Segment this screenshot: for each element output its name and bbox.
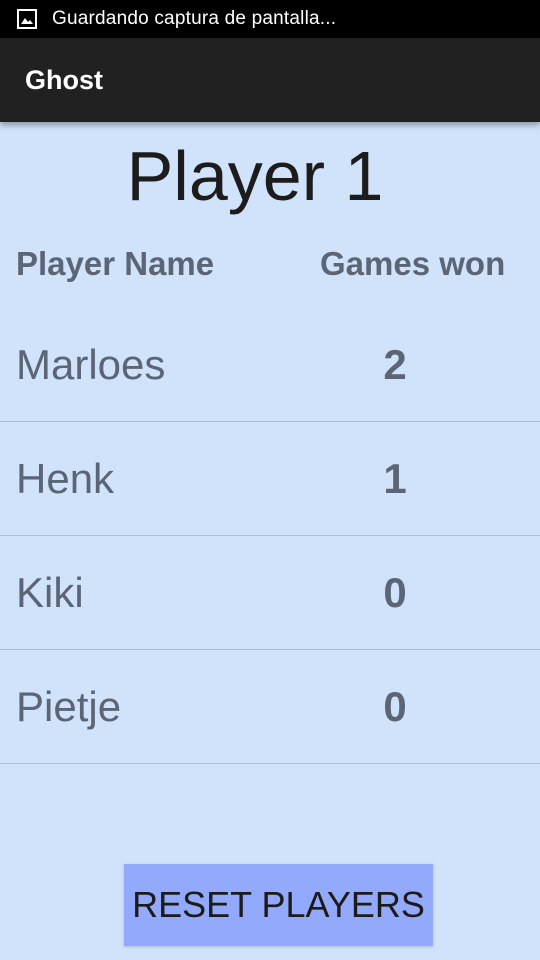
main-content: Player 1 Player Name Games won Marloes 2… bbox=[0, 122, 540, 960]
player-name: Pietje bbox=[16, 683, 122, 730]
games-won-count: 2 bbox=[383, 341, 407, 388]
status-bar: Guardando captura de pantalla... bbox=[0, 0, 540, 38]
reset-players-button[interactable]: RESET PLAYERS bbox=[124, 864, 433, 946]
table-row[interactable]: Pietje 0 bbox=[0, 650, 540, 764]
status-notification-text: Guardando captura de pantalla... bbox=[52, 8, 337, 29]
table-row[interactable]: Kiki 0 bbox=[0, 536, 540, 650]
player-name: Henk bbox=[16, 455, 115, 502]
table-row[interactable]: Marloes 2 bbox=[0, 308, 540, 422]
player-name: Kiki bbox=[16, 569, 84, 616]
column-header-player-name: Player Name bbox=[16, 245, 215, 282]
games-won-count: 1 bbox=[383, 455, 407, 502]
games-won-count: 0 bbox=[383, 683, 407, 730]
player-list: Marloes 2 Henk 1 Kiki 0 Pietje 0 bbox=[0, 308, 540, 764]
player-name: Marloes bbox=[16, 341, 166, 388]
table-row[interactable]: Henk 1 bbox=[0, 422, 540, 536]
games-won-count: 0 bbox=[383, 569, 407, 616]
app-title: Ghost bbox=[25, 64, 103, 95]
app-bar: Ghost bbox=[0, 38, 540, 122]
column-header-games-won: Games won bbox=[320, 245, 506, 282]
table-header: Player Name Games won bbox=[0, 240, 540, 288]
image-icon bbox=[17, 9, 37, 29]
player-title: Player 1 bbox=[126, 137, 384, 215]
